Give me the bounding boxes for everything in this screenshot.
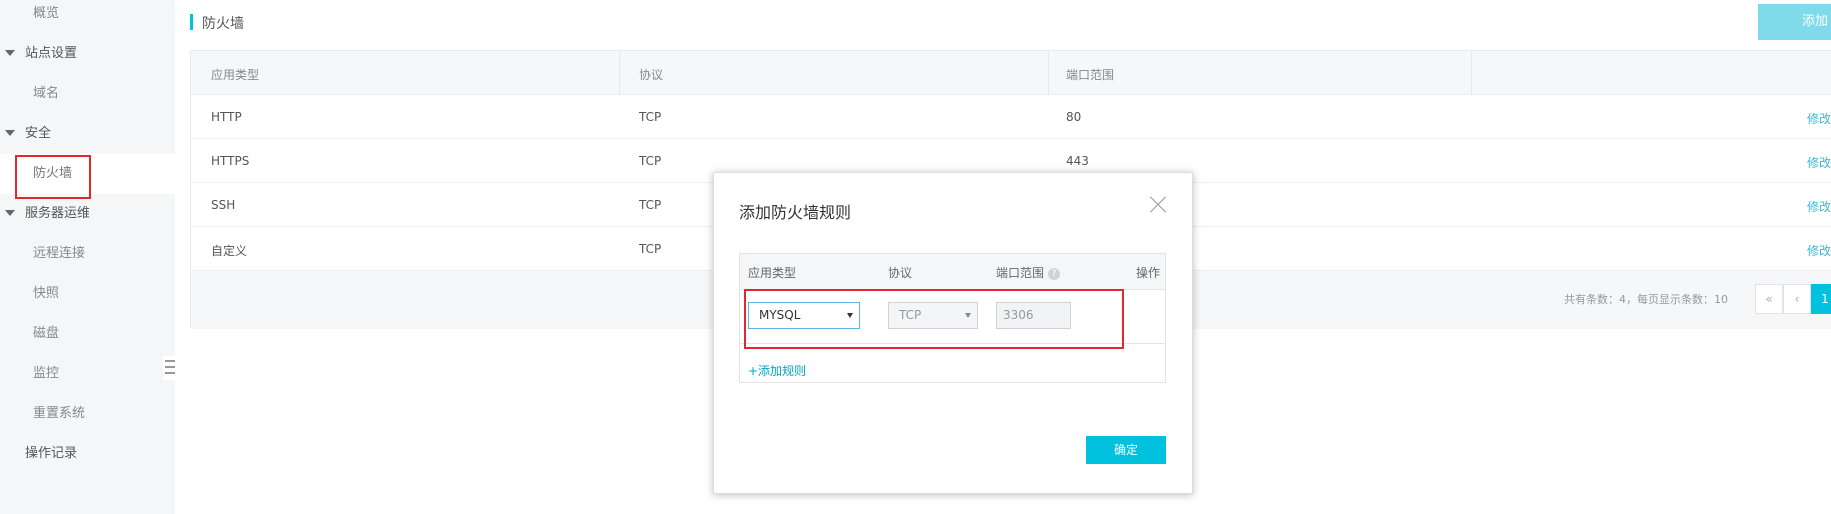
nav-operation-log-label: 操作记录 <box>25 446 78 461</box>
first-page-button[interactable]: « <box>1755 284 1783 314</box>
pagination-summary: 共有条数：4，每页显示条数：10 <box>1564 293 1728 306</box>
cell-protocol: TCP <box>639 198 662 212</box>
nav-reset-system-label: 重置系统 <box>33 406 86 421</box>
cell-port: 80 <box>1066 110 1082 124</box>
nav-remote-connect[interactable]: 远程连接 <box>0 240 175 280</box>
nav-group-label: 服务器运维 <box>25 206 91 221</box>
edit-link[interactable]: 修改 <box>1807 154 1831 171</box>
page-title: 防火墙 <box>202 16 244 32</box>
nav-group-label: 安全 <box>25 126 52 141</box>
nav-disk-label: 磁盘 <box>33 326 60 341</box>
nav-domain-label: 域名 <box>33 86 60 101</box>
firewall-highlight-box <box>15 155 91 199</box>
nav-operation-log[interactable]: 操作记录 <box>0 440 175 480</box>
cell-app-type: 自定义 <box>211 244 248 258</box>
edit-link[interactable]: 修改 <box>1807 242 1831 259</box>
nav-remote-connect-label: 远程连接 <box>33 246 86 261</box>
nav-monitor[interactable]: 监控 <box>0 360 175 400</box>
cell-port: 443 <box>1066 154 1089 168</box>
nav-overview-label: 概览 <box>33 6 60 21</box>
nav-group-server-ops[interactable]: 服务器运维 <box>0 200 175 240</box>
close-icon[interactable] <box>1149 196 1167 214</box>
cell-app-type: HTTP <box>211 110 242 124</box>
rule-col-port-label: 端口范围 <box>996 266 1045 280</box>
page-header: 防火墙 <box>190 8 990 36</box>
rule-row-highlight-box <box>744 289 1124 349</box>
nav-group-site-settings[interactable]: 站点设置 <box>0 40 175 80</box>
edit-link[interactable]: 修改 <box>1807 110 1831 127</box>
col-header-port-range: 端口范围 <box>1066 68 1115 82</box>
table-row: HTTP TCP 80 修改 <box>191 95 1831 139</box>
rule-col-protocol: 协议 <box>888 266 913 280</box>
nav-disk[interactable]: 磁盘 <box>0 320 175 360</box>
rule-col-app-type: 应用类型 <box>748 266 797 280</box>
nav-reset-system[interactable]: 重置系统 <box>0 400 175 440</box>
title-accent-bar <box>190 14 193 30</box>
add-firewall-rule-dialog: 添加防火墙规则 应用类型 协议 端口范围? 操作 MYSQL TCP 3306 … <box>713 172 1193 494</box>
rule-col-port: 端口范围? <box>996 264 1061 281</box>
rule-col-action: 操作 <box>1136 266 1161 280</box>
nav-group-label: 站点设置 <box>25 46 78 61</box>
add-rule-link[interactable]: +添加规则 <box>748 362 806 379</box>
prev-page-button[interactable]: ‹ <box>1783 284 1811 314</box>
nav-snapshot[interactable]: 快照 <box>0 280 175 320</box>
dialog-title: 添加防火墙规则 <box>739 203 852 222</box>
caret-down-icon <box>5 130 15 136</box>
cell-protocol: TCP <box>639 154 662 168</box>
rule-table-header: 应用类型 协议 端口范围? 操作 <box>740 254 1165 290</box>
current-page-button[interactable]: 1 <box>1811 284 1831 314</box>
nav-domain[interactable]: 域名 <box>0 80 175 120</box>
help-icon[interactable]: ? <box>1048 267 1061 280</box>
edit-link[interactable]: 修改 <box>1807 198 1831 215</box>
col-header-protocol: 协议 <box>639 68 664 82</box>
nav-overview[interactable]: 概览 <box>0 0 175 40</box>
nav-monitor-label: 监控 <box>33 366 60 381</box>
sidebar: 概览 站点设置 域名 安全 防火墙 服务器运维 远程连接 快照 磁盘 监控 重置… <box>0 0 175 514</box>
cell-protocol: TCP <box>639 242 662 256</box>
col-header-app-type: 应用类型 <box>211 68 260 82</box>
add-button[interactable]: 添加 <box>1758 4 1831 40</box>
confirm-button[interactable]: 确定 <box>1086 436 1166 464</box>
sidebar-collapse-icon[interactable] <box>163 356 175 380</box>
nav-snapshot-label: 快照 <box>33 286 60 301</box>
cell-protocol: TCP <box>639 110 662 124</box>
table-header: 应用类型 协议 端口范围 <box>191 51 1831 95</box>
cell-app-type: SSH <box>211 198 236 212</box>
cell-app-type: HTTPS <box>211 154 250 168</box>
caret-down-icon <box>5 210 15 216</box>
caret-down-icon <box>5 50 15 56</box>
